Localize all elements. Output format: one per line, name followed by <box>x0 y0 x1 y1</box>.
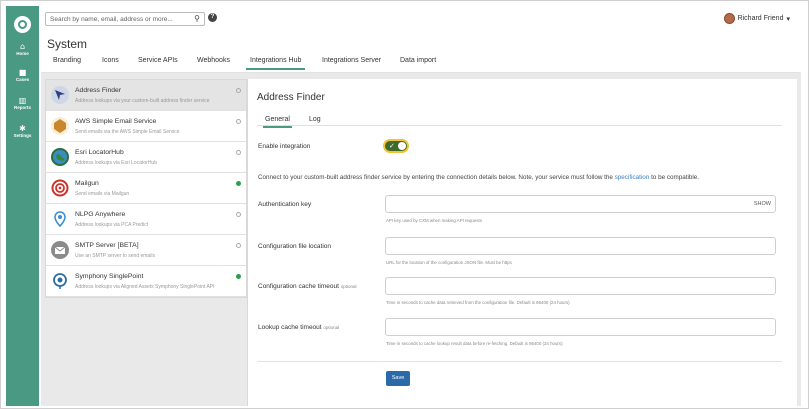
tab-integrations-server[interactable]: Integrations Server <box>322 57 381 64</box>
list-item-smtp[interactable]: SMTP Server [BETA] Use an SMTP server to… <box>46 235 246 266</box>
panel-tabs: General Log <box>257 112 782 128</box>
symphony-icon <box>51 272 69 290</box>
specification-link[interactable]: specification <box>615 174 650 181</box>
aws-icon <box>51 117 69 135</box>
page-title: System <box>47 37 88 51</box>
list-item-title: SMTP Server [BETA] <box>75 242 139 249</box>
list-item-subtitle: Send emails via the AWS Simple Email Ser… <box>75 129 180 135</box>
list-item-subtitle: Address lookups via PCA Predict <box>75 222 149 228</box>
sidebar-item-home[interactable]: ⌂ Home <box>6 42 39 57</box>
tab-icons[interactable]: Icons <box>102 57 119 64</box>
sidebar-item-label: Settings <box>13 133 32 138</box>
sidebar-item-reports[interactable]: ▥ Reports <box>6 96 39 111</box>
list-item-title: Symphony SinglePoint <box>75 273 144 280</box>
avatar <box>723 13 735 24</box>
tab-data-import[interactable]: Data import <box>400 57 436 64</box>
user-name: Richard Friend <box>737 15 784 22</box>
sidebar-item-label: Reports <box>13 105 31 110</box>
lookup-cache-timeout-label: Lookup cache timeout optional <box>258 324 340 331</box>
sidebar-item-settings[interactable]: ✱ Settings <box>6 124 39 139</box>
list-item-subtitle: Address lookups via your custom-built ad… <box>75 98 210 104</box>
settings-icon[interactable] <box>236 88 241 93</box>
check-icon: ✓ <box>389 142 395 150</box>
chevron-down-icon: ▾ <box>786 15 790 23</box>
divider <box>257 361 782 362</box>
list-item-subtitle: Use an SMTP server to send emails <box>75 253 155 259</box>
search-placeholder: Search by name, email, address or more..… <box>50 16 173 23</box>
search-icon[interactable]: ⚲ <box>194 14 200 23</box>
connection-description: Connect to your custom-built address fin… <box>258 174 699 181</box>
show-button[interactable]: SHOW <box>754 201 771 207</box>
location-arrow-icon <box>51 86 69 104</box>
main-content: Address Finder Address lookups via your … <box>41 73 801 406</box>
integration-detail-panel: Address Finder General Log Enable integr… <box>247 79 797 406</box>
list-item-subtitle: Send emails via Mailgun <box>75 191 130 197</box>
list-item-address-finder[interactable]: Address Finder Address lookups via your … <box>46 80 246 111</box>
status-enabled-icon <box>236 274 241 279</box>
list-item-symphony[interactable]: Symphony SinglePoint Address lookups via… <box>46 266 246 297</box>
app-window: ⌂ Home ■ Cases ▥ Reports ✱ Settings Sear… <box>0 0 809 409</box>
list-item-esri[interactable]: Esri LocatorHub Address lookups via Esri… <box>46 142 246 173</box>
configuration-cache-timeout-hint: Time in seconds to cache data retrieved … <box>386 300 570 305</box>
enable-integration-label: Enable integration <box>258 143 311 150</box>
configuration-cache-timeout-label: Configuration cache timeout optional <box>258 283 357 290</box>
mailgun-icon <box>51 179 69 197</box>
reports-icon: ▥ <box>18 96 27 105</box>
enable-integration-toggle[interactable]: ✓ <box>383 139 409 153</box>
tab-branding[interactable]: Branding <box>53 57 81 64</box>
tab-integrations-hub[interactable]: Integrations Hub <box>245 57 306 70</box>
tab-log[interactable]: Log <box>309 116 321 123</box>
configuration-file-location-label: Configuration file location <box>258 243 331 250</box>
lookup-cache-timeout-input[interactable] <box>385 318 776 336</box>
list-item-mailgun[interactable]: Mailgun Send emails via Mailgun <box>46 173 246 204</box>
app-logo[interactable] <box>14 16 31 33</box>
save-button[interactable]: Save <box>386 371 410 386</box>
list-item-title: Esri LocatorHub <box>75 149 124 156</box>
list-item-nlpg[interactable]: NLPG Anywhere Address lookups via PCA Pr… <box>46 204 246 235</box>
authentication-key-label: Authentication key <box>258 201 312 208</box>
lookup-cache-timeout-hint: Time in seconds to cache lookup result d… <box>386 341 563 346</box>
list-item-title: AWS Simple Email Service <box>75 118 157 125</box>
configuration-file-location-hint: URL for the location of the configuratio… <box>386 260 512 265</box>
list-item-aws-ses[interactable]: AWS Simple Email Service Send emails via… <box>46 111 246 142</box>
list-item-subtitle: Address lookups via Aligned Assets Symph… <box>75 284 215 290</box>
envelope-icon <box>51 241 69 259</box>
panel-title: Address Finder <box>257 92 325 103</box>
settings-icon[interactable] <box>236 150 241 155</box>
authentication-key-input[interactable]: SHOW <box>385 195 776 213</box>
globe-icon <box>51 148 69 166</box>
toggle-knob <box>398 142 406 150</box>
list-item-title: Address Finder <box>75 87 122 94</box>
sidebar-item-label: Cases <box>15 77 30 82</box>
tab-general[interactable]: General <box>263 116 292 128</box>
description-text: Connect to your custom-built address fin… <box>258 174 613 181</box>
sidebar: ⌂ Home ■ Cases ▥ Reports ✱ Settings <box>6 6 39 406</box>
status-enabled-icon <box>236 181 241 186</box>
list-item-title: NLPG Anywhere <box>75 211 126 218</box>
user-menu[interactable]: Richard Friend ▾ <box>723 13 790 24</box>
integration-list: Address Finder Address lookups via your … <box>45 79 247 298</box>
tab-service-apis[interactable]: Service APIs <box>138 57 178 64</box>
search-input[interactable]: Search by name, email, address or more..… <box>45 12 205 26</box>
sidebar-item-label: Home <box>16 51 29 56</box>
system-tabs: Branding Icons Service APIs Webhooks Int… <box>47 57 467 71</box>
settings-icon[interactable] <box>236 212 241 217</box>
list-item-subtitle: Address lookups via Esri LocatorHub <box>75 160 157 166</box>
configuration-file-location-input[interactable] <box>385 237 776 255</box>
map-pin-icon <box>51 210 69 228</box>
list-item-title: Mailgun <box>75 180 99 187</box>
settings-icon[interactable] <box>236 119 241 124</box>
authentication-key-hint: API key used by CXM when making API requ… <box>386 218 482 223</box>
configuration-cache-timeout-input[interactable] <box>385 277 776 295</box>
home-icon: ⌂ <box>19 42 26 51</box>
sidebar-item-cases[interactable]: ■ Cases <box>6 68 39 83</box>
tab-webhooks[interactable]: Webhooks <box>197 57 230 64</box>
description-text-end: to be compatible. <box>651 174 700 181</box>
cases-icon: ■ <box>18 68 27 77</box>
help-icon[interactable]: ? <box>208 13 217 22</box>
gear-icon: ✱ <box>19 124 26 133</box>
settings-icon[interactable] <box>236 243 241 248</box>
